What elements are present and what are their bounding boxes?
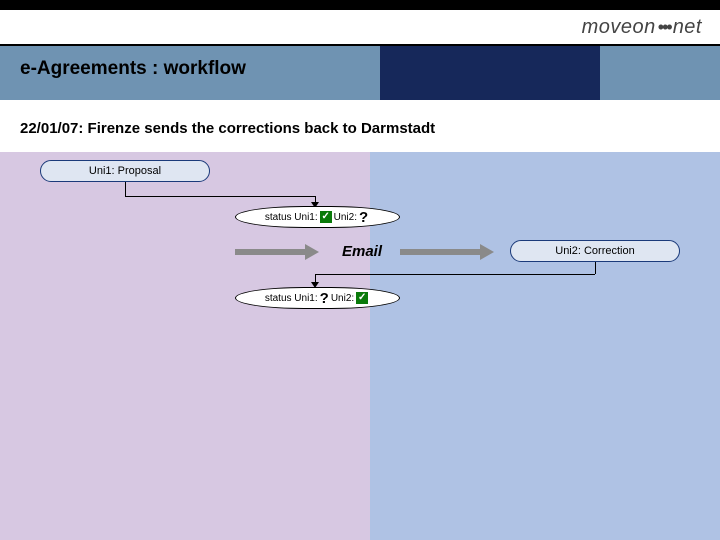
question-icon: ? <box>320 290 329 307</box>
check-icon: ✓ <box>356 292 368 304</box>
logo-dots-icon: ••• <box>658 17 671 38</box>
logo-part2: net <box>673 16 702 38</box>
status1-uni1-label: status Uni1: <box>265 212 318 223</box>
title-band-dark <box>380 46 600 100</box>
logo-part1: moveon <box>582 16 656 38</box>
question-icon: ? <box>359 209 368 226</box>
status2-uni1-label: status Uni1: <box>265 293 318 304</box>
status-pill-1: status Uni1: ✓ Uni2: ? <box>235 206 400 228</box>
logo: moveon•••net <box>582 16 702 39</box>
connector <box>315 274 595 275</box>
top-strip <box>0 0 720 10</box>
connector <box>125 196 315 197</box>
email-label: Email <box>342 243 382 260</box>
node-uni1-proposal: Uni1: Proposal <box>40 160 210 182</box>
node-uni2-correction: Uni2: Correction <box>510 240 680 262</box>
slide: moveon•••net e-Agreements : workflow 22/… <box>0 0 720 540</box>
status2-uni2-label: Uni2: <box>331 293 354 304</box>
title-band-right <box>600 46 720 100</box>
page-title: e-Agreements : workflow <box>20 58 246 80</box>
subtitle: 22/01/07: Firenze sends the corrections … <box>20 120 435 137</box>
node-uni1-proposal-label: Uni1: Proposal <box>89 165 161 177</box>
bg-right-shade <box>370 152 720 540</box>
status1-uni2-label: Uni2: <box>334 212 357 223</box>
status-pill-2: status Uni1: ? Uni2: ✓ <box>235 287 400 309</box>
connector <box>315 274 316 282</box>
connector <box>595 262 596 274</box>
check-icon: ✓ <box>320 211 332 223</box>
connector <box>125 182 126 196</box>
node-uni2-correction-label: Uni2: Correction <box>555 245 634 257</box>
